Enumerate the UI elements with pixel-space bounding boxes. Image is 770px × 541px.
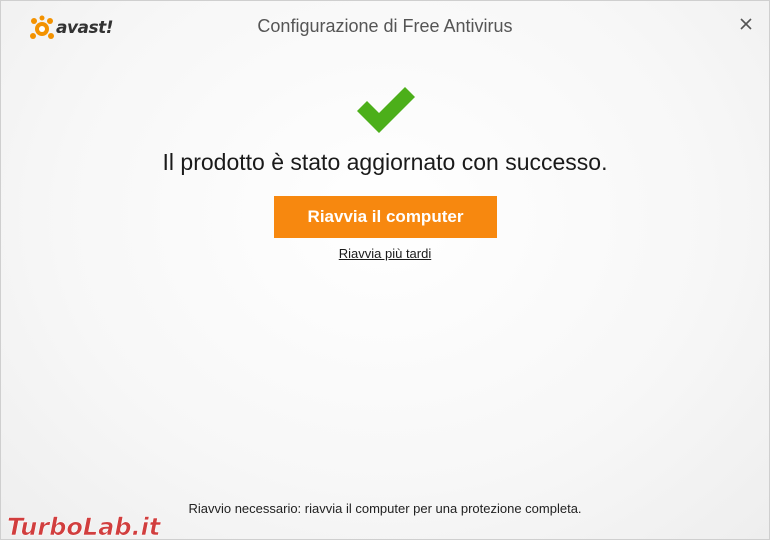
success-headline: Il prodotto è stato aggiornato con succe… (162, 149, 608, 175)
turbolab-watermark: TurboLab.it (5, 511, 195, 541)
svg-text:TurboLab.it: TurboLab.it (7, 513, 162, 541)
close-icon (740, 18, 752, 30)
turbolab-watermark-logo: TurboLab.it (7, 513, 162, 541)
setup-window: avast! Configurazione di Free Antivirus … (0, 0, 770, 541)
window-title: Configurazione di Free Antivirus (257, 16, 513, 36)
restart-later-link[interactable]: Riavvia più tardi (1, 246, 769, 261)
restart-computer-button[interactable]: Riavvia il computer (274, 196, 497, 238)
checkmark-icon (357, 87, 415, 133)
close-button[interactable] (737, 15, 755, 33)
